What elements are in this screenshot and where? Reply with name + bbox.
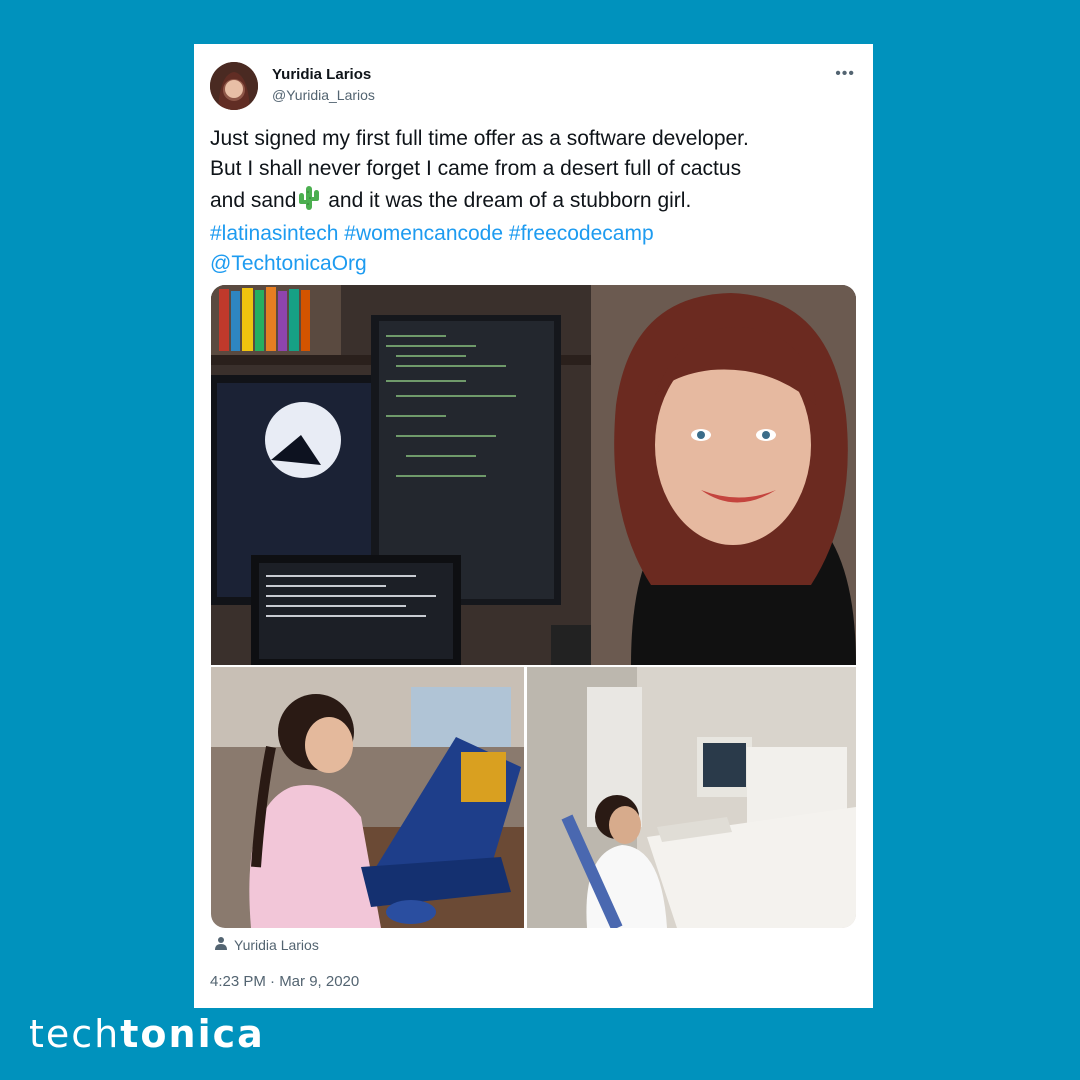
photo-child-computer[interactable] (527, 667, 856, 928)
photo-desk-selfie[interactable] (211, 285, 856, 665)
media-grid (211, 285, 856, 928)
tweet-line: But I shall never forget I came from a d… (210, 157, 742, 180)
hashtag-link[interactable]: #latinasintech (210, 222, 338, 245)
author-handle[interactable]: @Yuridia_Larios (272, 87, 375, 103)
brand-logo-part: tech (29, 1012, 121, 1056)
hashtag-line: #latinasintech #womencancode #freecodeca… (210, 219, 850, 249)
tweet-line: and sand and it was the dream of a stubb… (210, 184, 850, 219)
mention-link[interactable]: @TechtonicaOrg (210, 252, 367, 275)
cactus-icon (296, 184, 322, 219)
tweet-text: Just signed my first full time offer as … (210, 124, 850, 279)
avatar[interactable] (210, 62, 258, 110)
brand-logo-part: tonica (120, 1012, 265, 1056)
photo-child-toy-laptop[interactable] (211, 667, 524, 928)
tweet-text-segment: and it was the dream of a stubborn girl. (322, 189, 692, 212)
media-credit: Yuridia Larios (214, 936, 319, 953)
tweet-line: Just signed my first full time offer as … (210, 127, 749, 150)
tweet-timestamp[interactable]: 4:23 PM · Mar 9, 2020 (210, 973, 359, 990)
hashtag-link[interactable]: #freecodecamp (509, 222, 654, 245)
tweet-text-segment: and sand (210, 189, 297, 212)
tweet-card: Yuridia Larios @Yuridia_Larios ••• Just … (194, 44, 873, 1008)
author-name[interactable]: Yuridia Larios (272, 66, 371, 83)
more-icon[interactable]: ••• (835, 64, 855, 84)
hashtag-link[interactable]: #womencancode (344, 222, 503, 245)
brand-logo: techtonica (29, 1012, 265, 1056)
person-icon (214, 936, 228, 953)
media-credit-name[interactable]: Yuridia Larios (234, 937, 319, 953)
